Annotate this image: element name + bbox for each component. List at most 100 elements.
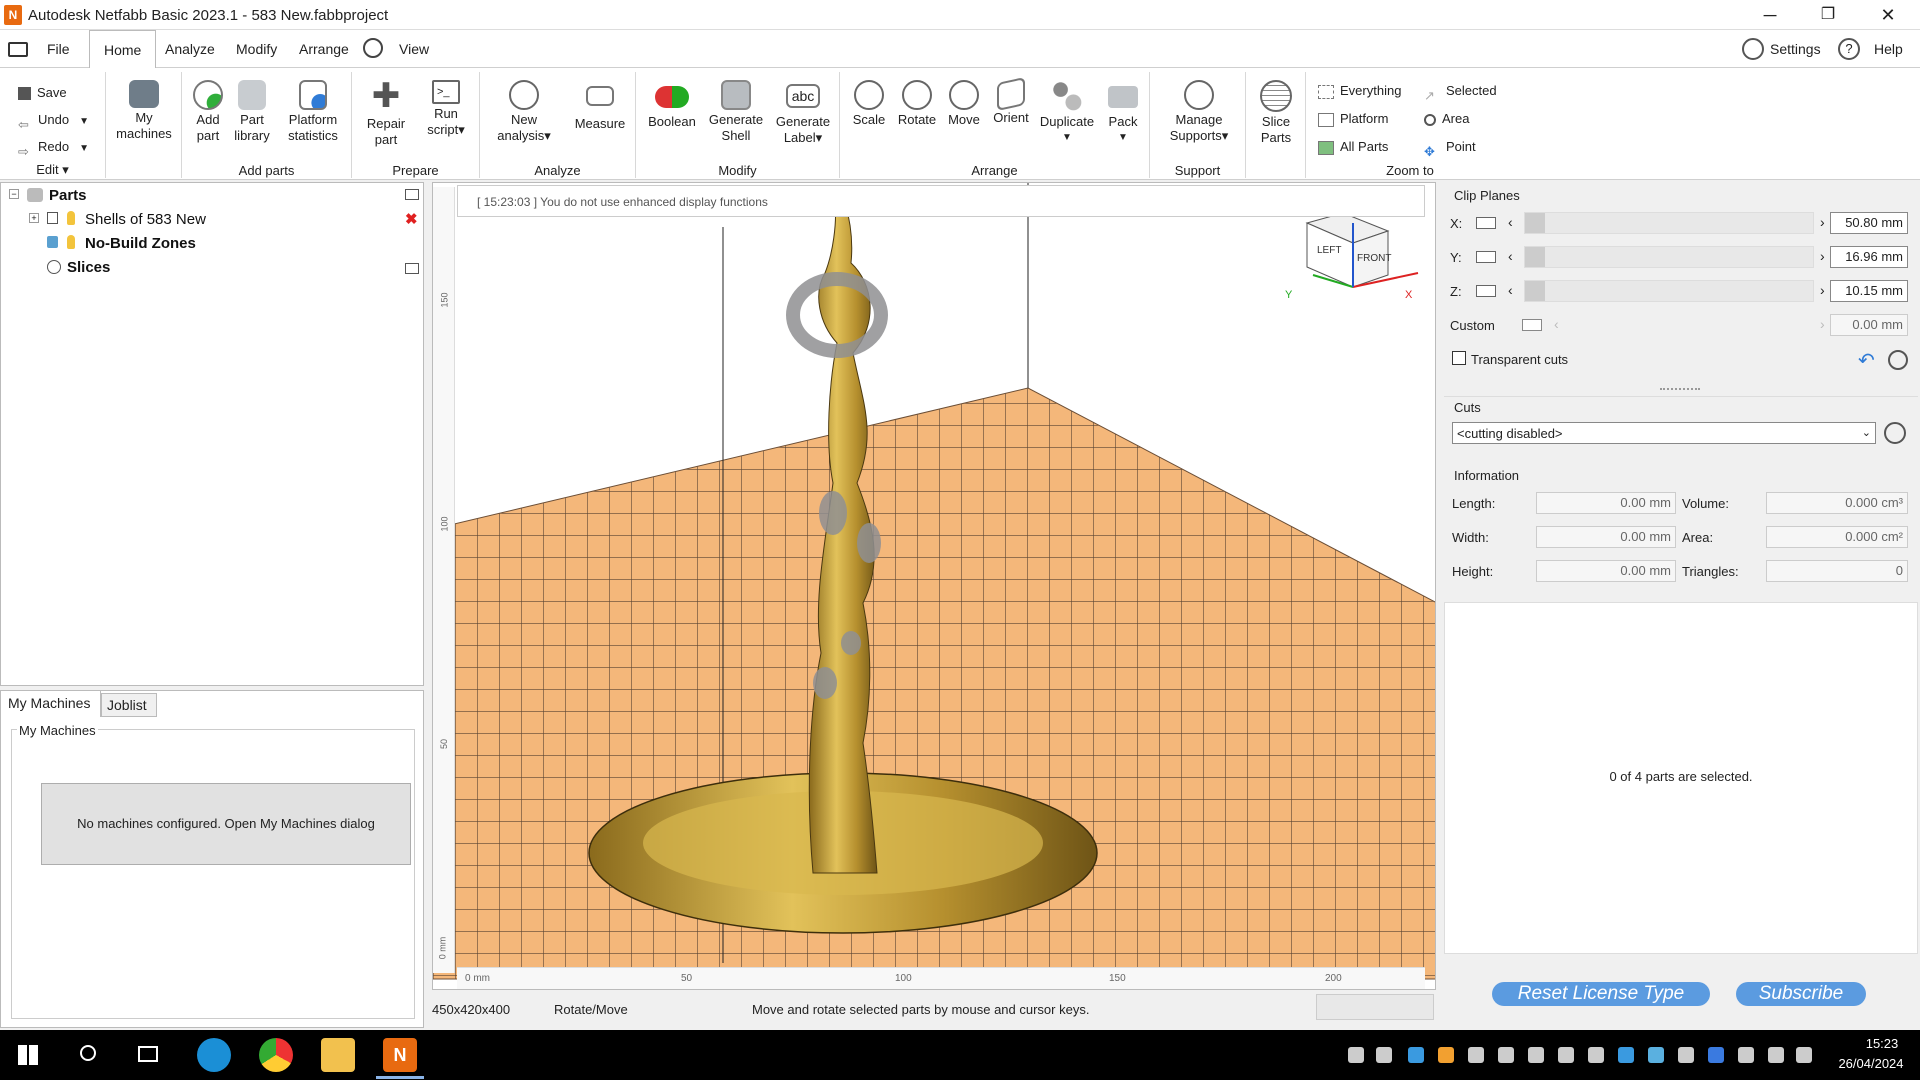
wifi-icon[interactable] [1768, 1047, 1784, 1063]
tab-my-machines[interactable]: My Machines [1, 691, 101, 717]
cuts-search-icon[interactable] [1884, 422, 1906, 444]
move-button[interactable]: Move [942, 80, 986, 128]
tray-icon[interactable] [1588, 1047, 1604, 1063]
slices-radio[interactable] [47, 260, 61, 274]
clock-date[interactable]: 26/04/2024 [1826, 1056, 1916, 1071]
slice-parts-button[interactable]: Slice Parts [1250, 80, 1302, 146]
zoom-platform-button[interactable]: Platform [1318, 108, 1388, 130]
tray-icon[interactable] [1376, 1047, 1392, 1063]
save-button[interactable]: Save [18, 82, 67, 104]
my-machines-button[interactable]: My machines [106, 80, 182, 142]
tree-slices[interactable]: Slices [67, 259, 110, 276]
delete-icon[interactable]: ✖ [405, 210, 418, 228]
scene[interactable] [433, 183, 1436, 990]
clip-y-input[interactable]: 16.96 mm [1830, 246, 1908, 268]
boolean-button[interactable]: Boolean [644, 80, 700, 130]
tray-icon[interactable] [1648, 1047, 1664, 1063]
generate-label-button[interactable]: abc Generate Label▾ [770, 80, 836, 146]
battery-icon[interactable] [1738, 1047, 1754, 1063]
transparent-cuts-checkbox[interactable] [1452, 351, 1466, 365]
clip-y-toggle[interactable] [1476, 251, 1496, 263]
tray-icon[interactable] [1348, 1047, 1364, 1063]
scale-button[interactable]: Scale [846, 80, 892, 128]
tab-arrange[interactable]: Arrange [285, 30, 363, 68]
tree-parts[interactable]: Parts [49, 187, 87, 204]
subscribe-button[interactable]: Subscribe [1736, 982, 1866, 1006]
tab-home[interactable]: Home [89, 30, 157, 69]
tree-no-build-zones[interactable]: No-Build Zones [85, 235, 196, 252]
reset-license-button[interactable]: Reset License Type [1492, 982, 1710, 1006]
clip-y-slider[interactable] [1524, 246, 1814, 268]
tray-icon[interactable] [1678, 1047, 1694, 1063]
orient-button[interactable]: Orient [988, 77, 1034, 126]
open-machines-button[interactable]: No machines configured. Open My Machines… [41, 783, 411, 865]
minimize-button[interactable]: ─ [1742, 0, 1798, 30]
clip-x-right-arrow[interactable]: › [1820, 214, 1825, 230]
cuts-select[interactable]: <cutting disabled> ⌄ [1452, 422, 1876, 444]
help-label[interactable]: Help [1874, 41, 1903, 57]
volume-icon[interactable] [1796, 1047, 1812, 1063]
tab-modify[interactable]: Modify [222, 30, 291, 68]
clip-z-toggle[interactable] [1476, 285, 1496, 297]
clip-z-input[interactable]: 10.15 mm [1830, 280, 1908, 302]
tab-analyze[interactable]: Analyze [151, 30, 229, 68]
clip-y-right-arrow[interactable]: › [1820, 248, 1825, 264]
repair-part-button[interactable]: ✚ Repair part [358, 79, 414, 148]
redo-button[interactable]: ⇨ Redo ▼ [18, 136, 89, 159]
zoom-area-button[interactable]: Area [1424, 108, 1469, 130]
tab-joblist[interactable]: Joblist [101, 693, 157, 717]
edge-icon[interactable] [197, 1038, 231, 1072]
clip-custom-toggle[interactable] [1522, 319, 1542, 331]
search-icon[interactable] [80, 1045, 96, 1061]
clip-y-left-arrow[interactable]: ‹ [1508, 248, 1513, 264]
folder-open-icon[interactable] [8, 42, 28, 57]
new-analysis-button[interactable]: New analysis▾ [488, 80, 560, 144]
help-icon[interactable]: ? [1838, 38, 1860, 60]
pack-button[interactable]: Pack ▼ [1100, 80, 1146, 146]
tree-shells[interactable]: Shells of 583 New [85, 211, 206, 228]
chrome-icon[interactable] [259, 1038, 293, 1072]
platform-statistics-button[interactable]: Platform statistics [276, 80, 350, 144]
tray-icon[interactable] [1468, 1047, 1484, 1063]
search-icon[interactable] [363, 38, 383, 58]
zoom-point-button[interactable]: ✥ Point [1424, 136, 1476, 159]
folder-icon[interactable] [405, 263, 419, 274]
folder-icon[interactable] [405, 189, 419, 200]
rotate-button[interactable]: Rotate [894, 80, 940, 128]
measure-button[interactable]: Measure [568, 80, 632, 132]
tree-collapse-icon[interactable]: − [9, 189, 19, 199]
clip-x-toggle[interactable] [1476, 217, 1496, 229]
3d-viewport[interactable]: [ 15:23:03 ] You do not use enhanced dis… [432, 182, 1436, 990]
tray-icon[interactable] [1618, 1047, 1634, 1063]
tree-expand-icon[interactable]: + [29, 213, 39, 223]
tray-icon[interactable] [1528, 1047, 1544, 1063]
clip-z-left-arrow[interactable]: ‹ [1508, 282, 1513, 298]
zoom-selected-button[interactable]: ↗ Selected [1424, 80, 1497, 103]
generate-shell-button[interactable]: Generate Shell [704, 80, 768, 144]
checkbox-icon[interactable] [47, 212, 58, 224]
run-script-button[interactable]: >_ Run script▾ [416, 80, 476, 138]
undo-button[interactable]: ⇦ Undo ▼ [18, 109, 89, 132]
tray-icon[interactable] [1558, 1047, 1574, 1063]
duplicate-button[interactable]: Duplicate ▼ [1036, 80, 1098, 146]
menu-file[interactable]: File [33, 30, 84, 68]
tray-icon[interactable] [1438, 1047, 1454, 1063]
bluetooth-icon[interactable] [1708, 1047, 1724, 1063]
clip-x-left-arrow[interactable]: ‹ [1508, 214, 1513, 230]
clip-x-input[interactable]: 50.80 mm [1830, 212, 1908, 234]
tray-icon[interactable] [1498, 1047, 1514, 1063]
maximize-button[interactable]: ❐ [1800, 0, 1856, 30]
zoom-everything-button[interactable]: Everything [1318, 80, 1401, 102]
part-library-button[interactable]: Part library [230, 80, 274, 144]
splitter[interactable] [1660, 388, 1700, 390]
settings-icon[interactable] [1742, 38, 1764, 60]
undo-clip-icon[interactable]: ↶ [1858, 348, 1875, 373]
gear-icon[interactable] [1888, 350, 1908, 370]
settings-label[interactable]: Settings [1770, 41, 1821, 57]
add-part-button[interactable]: Add part [186, 80, 230, 144]
clock-time[interactable]: 15:23 [1850, 1036, 1914, 1051]
file-explorer-icon[interactable] [321, 1038, 355, 1072]
close-button[interactable]: ✕ [1860, 0, 1916, 30]
onedrive-icon[interactable] [1408, 1047, 1424, 1063]
task-view-icon[interactable] [138, 1046, 158, 1062]
